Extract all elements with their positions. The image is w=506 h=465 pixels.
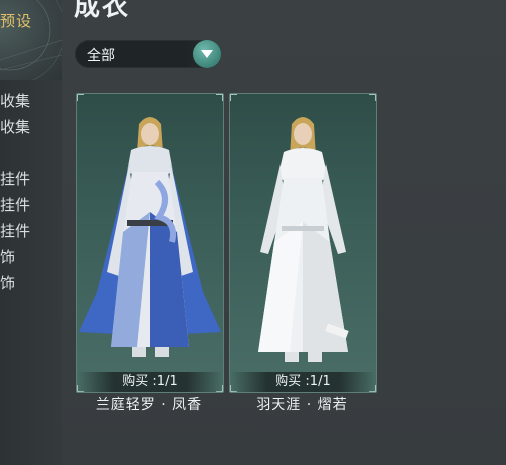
sidebar-item-preset[interactable]: 预设 — [0, 10, 32, 31]
sidebar-preset-tab[interactable]: 预设 — [0, 0, 62, 80]
outfit-card-2[interactable]: 购买 :1/1 — [229, 93, 377, 393]
sidebar-item-pendant-1[interactable]: 挂件 — [0, 168, 30, 189]
chevron-down-icon — [201, 50, 213, 58]
outfit-name-2: 羽天涯 · 熠若 — [256, 397, 348, 413]
sidebar: 预设 收集 收集 挂件 挂件 挂件 饰 饰 — [0, 0, 63, 465]
sidebar-item-accessory-2[interactable]: 饰 — [0, 272, 15, 293]
page-title: 成衣 — [74, 0, 131, 22]
sidebar-item-pendant-2[interactable]: 挂件 — [0, 194, 30, 215]
filter-selected-value: 全部 — [87, 48, 115, 64]
filter-dropdown[interactable]: 全部 — [75, 40, 221, 68]
sidebar-item-collect-2[interactable]: 收集 — [0, 116, 30, 137]
sidebar-item-pendant-3[interactable]: 挂件 — [0, 220, 30, 241]
outfit-figure-blue — [79, 117, 221, 357]
sidebar-item-collect-1[interactable]: 收集 — [0, 90, 30, 111]
buy-count-label: 购买 :1/1 — [230, 372, 376, 392]
outfit-name-1: 兰庭轻罗 · 凤香 — [95, 397, 203, 413]
sidebar-item-accessory-1[interactable]: 饰 — [0, 246, 15, 267]
buy-count-label: 购买 :1/1 — [77, 372, 223, 392]
dropdown-toggle-button[interactable] — [193, 40, 221, 68]
outfit-card-1[interactable]: 购买 :1/1 — [76, 93, 224, 393]
outfit-figure-white — [258, 117, 349, 362]
